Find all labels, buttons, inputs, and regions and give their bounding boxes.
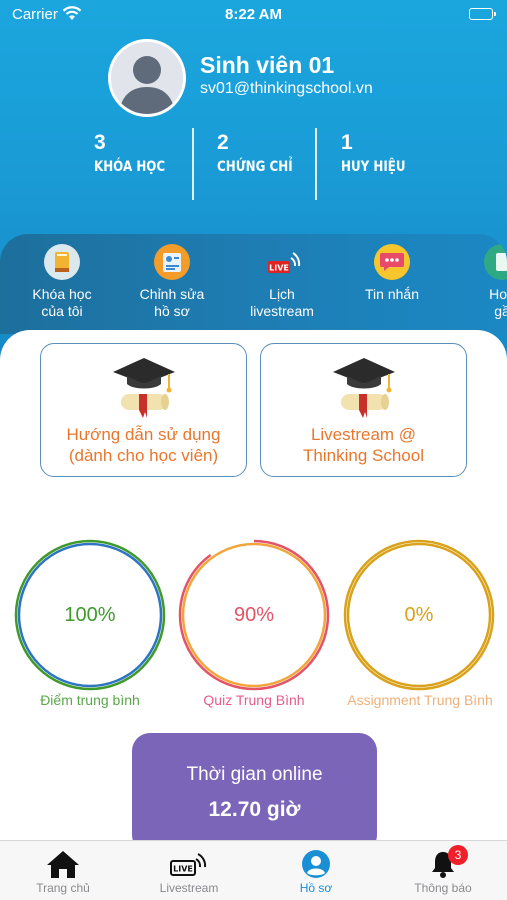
- shortcut-label-line2: hồ sơ: [154, 303, 190, 319]
- shortcut-livestream-schedule[interactable]: LIVE Lịch livestream: [227, 244, 337, 320]
- stat-label: CHỨNG CHỈ: [217, 159, 293, 175]
- guide-title-line1: Hướng dẫn sử dụng: [66, 425, 221, 444]
- person-silhouette-icon: [111, 42, 183, 114]
- score-label: Điểm trung bình: [40, 692, 140, 708]
- divider: [315, 128, 317, 200]
- tab-livestream[interactable]: LIVE Livestream: [126, 847, 252, 895]
- tab-label: Livestream: [159, 881, 219, 895]
- user-name: Sinh viên 01: [200, 52, 335, 78]
- score-value: 100%: [64, 604, 116, 626]
- content-panel: Hướng dẫn sử dụng (dành cho học viên) Li…: [0, 330, 507, 853]
- score-ring-average: 100%: [14, 539, 166, 691]
- score-ring-assignment: 0%: [343, 539, 495, 691]
- divider: [192, 128, 194, 200]
- chat-icon: [374, 244, 410, 280]
- graduation-icon: [261, 354, 466, 425]
- status-bar: Carrier 8:22 AM: [0, 0, 507, 30]
- shortcut-label-line1: Khóa học: [32, 286, 92, 302]
- shortcut-label-line1: Lịch: [269, 286, 295, 302]
- guide-title-line2: (dành cho học viên): [68, 446, 219, 465]
- battery-icon: [469, 8, 496, 20]
- user-email: sv01@thinkingschool.vn: [200, 80, 373, 97]
- online-time-title: Thời gian online: [186, 764, 323, 785]
- guide-card-livestream[interactable]: Livestream @ Thinking School: [260, 343, 467, 477]
- svg-text:LIVE: LIVE: [173, 865, 193, 874]
- profile-icon: [253, 847, 379, 881]
- shortcut-label-line2: của tôi: [41, 303, 83, 319]
- livestream-icon: LIVE: [126, 847, 252, 881]
- svg-text:LIVE: LIVE: [269, 264, 289, 273]
- stat-value: 1: [341, 131, 353, 154]
- stat-value: 2: [217, 131, 229, 154]
- notification-badge: 3: [448, 845, 468, 865]
- online-time-value: 12.70 giờ: [208, 798, 301, 821]
- online-time-card: Thời gian online 12.70 giờ: [132, 733, 377, 853]
- shortcut-edit-profile[interactable]: Chỉnh sửa hồ sơ: [117, 244, 227, 320]
- shortcut-messages[interactable]: Tin nhắn: [337, 244, 447, 303]
- tab-label: Thông báo: [414, 881, 472, 895]
- stat-label: KHÓA HỌC: [94, 159, 166, 175]
- avatar[interactable]: [108, 39, 186, 117]
- tab-home[interactable]: Trang chủ: [0, 847, 126, 895]
- graduation-icon: [41, 354, 246, 425]
- guide-card-user-manual[interactable]: Hướng dẫn sử dụng (dành cho học viên): [40, 343, 247, 477]
- stat-certificates[interactable]: 2 CHỨNG CHỈ: [217, 125, 306, 175]
- guide-title-line2: Thinking School: [303, 446, 424, 465]
- shortcut-label-line1: Chỉnh sửa: [139, 286, 205, 302]
- score-ring-quiz: 90%: [178, 539, 330, 691]
- stat-value: 3: [94, 131, 106, 154]
- clock: 8:22 AM: [225, 6, 282, 23]
- score-label: Quiz Trung Bình: [203, 692, 305, 708]
- book-icon: [44, 244, 80, 280]
- stat-courses[interactable]: 3 KHÓA HỌC: [94, 125, 178, 175]
- shortcut-label-line1: Hoạ: [489, 286, 507, 302]
- shortcut-label-line2: gầ: [494, 303, 507, 319]
- tab-notifications[interactable]: 3 Thông báo: [380, 845, 506, 895]
- tab-label: Hồ sơ: [299, 881, 333, 895]
- stat-label: HUY HIỆU: [341, 159, 406, 175]
- stats-row: 3 KHÓA HỌC 2 CHỨNG CHỈ 1 HUY HIỆU: [0, 125, 507, 205]
- live-icon: LIVE: [264, 244, 301, 280]
- score-label: Assignment Trung Bình: [347, 692, 493, 708]
- tab-label: Trang chủ: [36, 881, 90, 895]
- shortcut-bar[interactable]: Khóa học của tôi Chỉnh sửa hồ sơ LIVE Lị…: [0, 234, 507, 334]
- shortcut-label-line2: livestream: [250, 303, 314, 319]
- home-icon: [0, 847, 126, 881]
- tab-bar: Trang chủ LIVE Livestream Hồ sơ 3 Thông …: [0, 840, 507, 900]
- score-value: 90%: [233, 604, 275, 626]
- activity-icon: [484, 244, 507, 280]
- profile-edit-icon: [154, 244, 190, 280]
- shortcut-my-courses[interactable]: Khóa học của tôi: [7, 244, 117, 320]
- shortcut-activity[interactable]: Hoạ gầ: [447, 244, 507, 320]
- bell-icon: 3: [380, 845, 506, 881]
- tab-profile[interactable]: Hồ sơ: [253, 847, 379, 895]
- shortcut-label-line1: Tin nhắn: [365, 286, 419, 302]
- score-value: 0%: [404, 604, 434, 626]
- guide-title-line1: Livestream @: [310, 425, 417, 444]
- stat-badges[interactable]: 1 HUY HIỆU: [341, 125, 417, 175]
